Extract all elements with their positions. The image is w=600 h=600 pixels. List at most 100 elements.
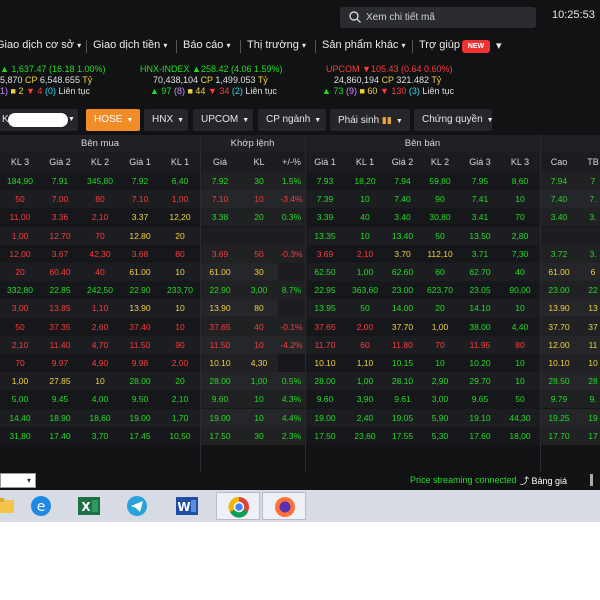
column-header[interactable]: KL 2 (420, 152, 460, 172)
menu-bao-cao[interactable]: Báo cáo ▾ (183, 39, 230, 51)
price-board-link[interactable]: ⤴ Bảng giá (520, 474, 567, 487)
table-cell: 10 (175, 321, 185, 332)
menu-divider (240, 40, 241, 53)
index-hnx[interactable]: HNX-INDEX ▲258.42 (4.06 1.59%) (140, 64, 283, 74)
telegram-icon[interactable] (120, 492, 154, 520)
table-cell: 9.60 (200, 390, 240, 409)
table-cell: 12.80 (129, 230, 151, 241)
index-left-breadth: 1) ■ 2 ▼ 4 (0) Liên tục (0, 86, 90, 96)
exchange-tabs: K ▼ HOSE ▼ HNX ▼ UPCOM ▼ CP ngành ▼ Phái sinh… (0, 109, 600, 131)
chrome-icon[interactable] (216, 492, 260, 520)
table-cell: 37.70 (391, 321, 414, 332)
column-header[interactable]: Cao (540, 152, 578, 172)
chevron-down-icon: ▼ (242, 117, 250, 124)
column-header[interactable]: KL 3 (500, 152, 540, 172)
stock-search-input[interactable]: Xem chi tiết mã (340, 7, 536, 28)
table-cell: 17.40 (49, 430, 71, 441)
table-row[interactable]: 20 60.40 40 61.00 10 61.00 30 62.50 1,00 62.60 60 6… (0, 263, 600, 282)
column-header[interactable]: KL 2 (80, 152, 120, 172)
table-cell: 20 (175, 230, 185, 241)
status-divider (590, 474, 593, 486)
column-header[interactable]: TB (578, 152, 600, 172)
table-row[interactable]: 70 9.97 4,90 9.98 2,00 10.10 4,30 10.10 1,10 10.1… (0, 354, 600, 373)
index-upcom[interactable]: UPCOM ▼105.43 (0.64 0.60%) (326, 64, 453, 74)
table-cell: 13.95 (314, 303, 336, 314)
table-cell: 22.90 (129, 285, 151, 296)
table-cell: 12,00 (9, 248, 31, 259)
menu-san-pham-khac[interactable]: Sản phẩm khác ▾ (322, 39, 406, 51)
table-cell: 28.00 (314, 376, 336, 387)
table-cell: 5,00 (11, 394, 29, 405)
tab-cp-nganh[interactable]: CP ngành ▼ (258, 109, 326, 131)
column-header[interactable]: KL (240, 152, 278, 172)
table-cell: 10.10 (540, 354, 578, 372)
column-header[interactable]: Giá 2 (40, 152, 80, 172)
table-row[interactable]: 5,00 9.45 4,00 9.50 2,10 9.60 10 4.3% 9.60 3,90 9.… (0, 390, 600, 409)
table-cell: 4.4% (278, 408, 305, 427)
table-cell: 13.85 (49, 303, 71, 314)
table-row[interactable]: 50 37.35 2,60 37.40 10 37.65 40 -0.1% 37.65 2,00 3… (0, 317, 600, 336)
table-cell: 1,00 (11, 376, 29, 387)
table-cell: 11.70 (314, 339, 336, 350)
table-cell: 3.69 (200, 244, 240, 263)
table-row[interactable]: 11,00 3.36 2,10 3.37 12,20 3.38 20 0.3% 3.39 40 3.… (0, 208, 600, 227)
menu-tro-giup[interactable]: Trợ giúp (419, 39, 460, 51)
windows-taskbar: e X W (0, 490, 600, 522)
column-header[interactable]: Giá 2 (385, 152, 420, 172)
word-icon[interactable]: W (170, 492, 204, 520)
column-header[interactable]: KL 3 (0, 152, 40, 172)
column-header[interactable]: KL 1 (160, 152, 200, 172)
column-header[interactable]: Giá 3 (460, 152, 500, 172)
table-row[interactable]: 14,40 18.90 18,60 19.00 1,70 19.00 10 4.4% 19.00… (0, 408, 600, 427)
column-header[interactable]: Giá 1 (120, 152, 160, 172)
table-cell: 50 (360, 303, 370, 314)
tab-hose[interactable]: HOSE ▼ (86, 109, 140, 131)
svg-text:W: W (177, 500, 190, 514)
firefox-icon[interactable] (262, 492, 306, 520)
table-cell: 2,00 (171, 358, 189, 368)
column-header[interactable]: Giá 1 (305, 152, 345, 172)
table-row[interactable]: 1,00 27.85 10 28.00 20 28.00 1,00 0.5% 28.00 1,00… (0, 372, 600, 391)
table-row[interactable]: 12,00 3.67 42,30 3.68 80 3.69 50 -0.3% 3.69 2,10 3… (0, 244, 600, 263)
group-divider (305, 135, 306, 471)
table-row[interactable]: 332,80 22.85 242,50 22.90 233,70 22.90 3,00 8.7… (0, 281, 600, 300)
table-cell: 27.85 (49, 376, 71, 387)
table-cell: 3. (578, 208, 600, 227)
table-row[interactable]: 3,00 13.85 1,10 13.90 10 13.90 80 13.95 50 14.00 2… (0, 299, 600, 318)
table-cell: 20 (435, 303, 445, 314)
table-row[interactable]: 1,00 12.70 70 12.80 20 13.35 10 13.40 50 13.50 2,8… (0, 226, 600, 245)
table-cell: 13.90 (129, 303, 151, 314)
table-row[interactable]: 2,10 11.40 4,70 11.50 90 11.50 10 -4.2% 11.70 60 1… (0, 335, 600, 354)
page-size-select[interactable]: ▾ (0, 473, 36, 488)
table-row[interactable]: 50 7.00 80 7.10 1,00 7.10 10 -3.4% 7.39 10 7.40 90 7… (0, 190, 600, 209)
table-cell: 10.20 (469, 358, 491, 368)
tab-phai-sinh[interactable]: Phái sinh ▮▮ ▼ (330, 109, 410, 131)
table-cell: 10,50 (169, 430, 191, 441)
column-header[interactable]: Giá (200, 152, 240, 172)
tab-upcom[interactable]: UPCOM ▼ (193, 109, 253, 131)
file-explorer-icon[interactable] (0, 492, 22, 520)
tab-chung-quyen[interactable]: Chứng quyền ▼ (414, 109, 494, 131)
column-header[interactable]: KL 1 (345, 152, 385, 172)
menu-giao-dich-tien[interactable]: Giao dịch tiền ▾ (93, 39, 167, 51)
table-cell: 3.40 (394, 212, 411, 223)
excel-icon[interactable]: X (72, 492, 106, 520)
table-cell: 6,40 (171, 176, 189, 186)
group-khop-lenh: Khớp lệnh (230, 138, 275, 149)
tab-hnx[interactable]: HNX ▼ (144, 109, 188, 131)
menu-giao-dich-co-so[interactable]: Giao dịch cơ sở ▾ (0, 39, 81, 51)
table-cell: 13.90 (200, 299, 240, 318)
menu-thi-truong[interactable]: Thị trường ▾ (247, 39, 306, 51)
table-cell: 2.3% (278, 426, 305, 445)
tro-giup-caret-icon[interactable]: ▾ (496, 39, 502, 52)
table-cell: 19.00 (314, 412, 336, 423)
table-cell: 60 (435, 267, 445, 277)
edge-icon[interactable]: e (24, 492, 58, 520)
table-cell: 3.72 (540, 244, 578, 263)
table-cell: 10 (515, 358, 525, 368)
chevron-down-icon: ▼ (177, 117, 185, 124)
table-row[interactable]: 184,90 7.91 345,80 7.92 6,40 7.92 30 1.5% 7.93 18… (0, 172, 600, 191)
column-header[interactable]: +/-% (278, 152, 305, 172)
table-row[interactable]: 31,80 17.40 3,70 17.45 10,50 17.50 30 2.3% 17.50… (0, 426, 600, 445)
table-cell: 42,30 (89, 248, 111, 259)
